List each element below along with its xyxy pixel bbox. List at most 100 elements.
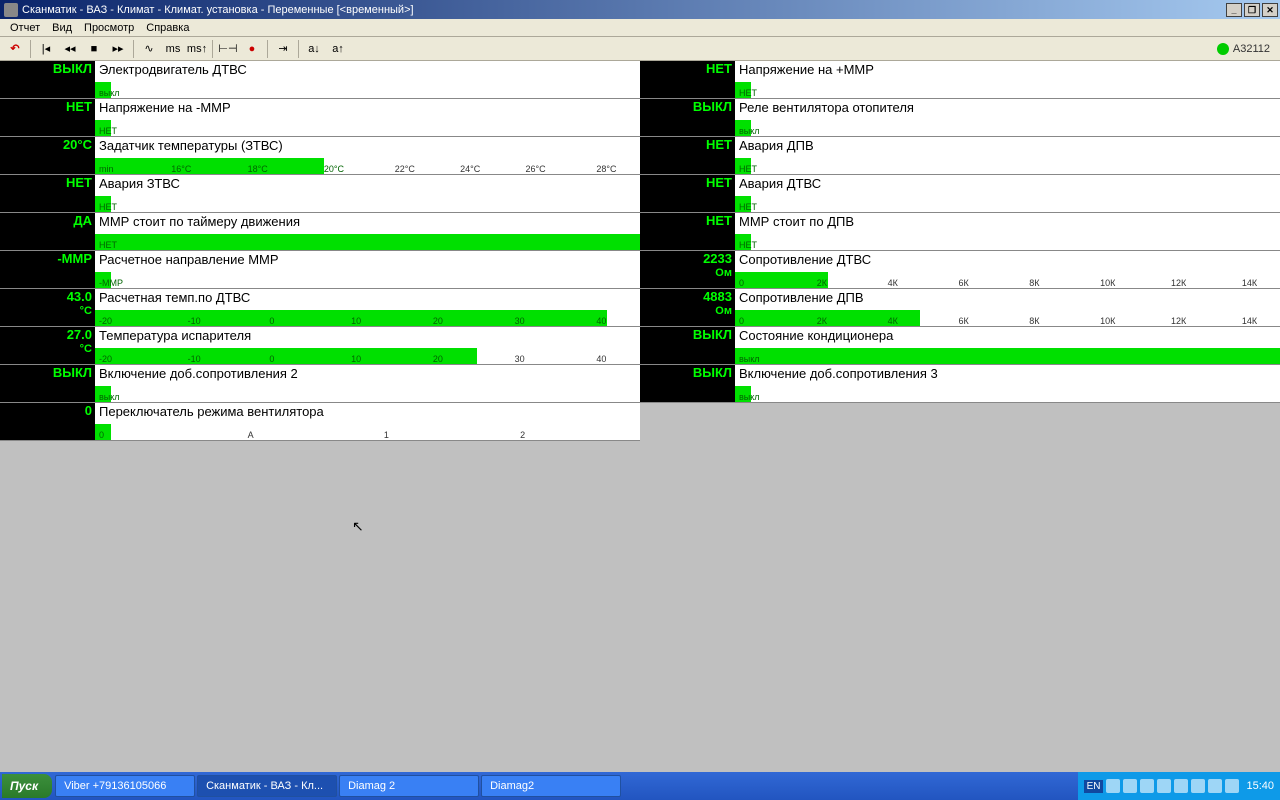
variable-label: Температура испарителя (95, 327, 640, 343)
nav-prev-button[interactable]: ◂◂ (59, 39, 81, 59)
bar-text: НЕТ (99, 240, 117, 250)
variable-body: Включение доб.сопротивления 3выкл (735, 365, 1280, 402)
variable-value: ВЫКЛ (640, 99, 735, 136)
sort-up-button[interactable]: a↑ (327, 39, 349, 59)
scale-tick: 2К (817, 316, 827, 326)
variable-row[interactable]: 27.0°CТемпература испарителя-20-10010203… (0, 327, 640, 365)
variable-value: 27.0°C (0, 327, 95, 364)
nav-stop-button[interactable]: ■ (83, 39, 105, 59)
variable-label: Расчетная темп.по ДТВС (95, 289, 640, 305)
scale-tick: 16°C (171, 164, 191, 174)
variable-row[interactable]: НЕТНапряжение на -ММР НЕТ (0, 99, 640, 137)
variable-label: Включение доб.сопротивления 3 (735, 365, 1280, 381)
variable-row[interactable]: ВЫКЛСостояние кондиционеравыкл (640, 327, 1280, 365)
scale-tick: 10К (1100, 316, 1115, 326)
variable-label: ММР стоит по таймеру движения (95, 213, 640, 229)
title-bar: Сканматик - ВАЗ - Климат - Климат. устан… (0, 0, 1280, 19)
variable-row[interactable]: 2233ОмСопротивление ДТВС02К4К6К8К10К12К1… (640, 251, 1280, 289)
variable-row[interactable]: НЕТАвария ДТВСНЕТ (640, 175, 1280, 213)
taskbar-task[interactable]: Сканматик - ВАЗ - Кл... (197, 775, 337, 797)
tray-icon[interactable] (1140, 779, 1154, 793)
tray-icon[interactable] (1208, 779, 1222, 793)
variable-body: Расчетное направление ММР-ММР (95, 251, 640, 288)
sort-down-button[interactable]: a↓ (303, 39, 325, 59)
variable-row[interactable]: НЕТАвария ЗТВСНЕТ (0, 175, 640, 213)
minimize-button[interactable]: _ (1226, 3, 1242, 17)
variable-value: 0 (0, 403, 95, 440)
ms-up-button[interactable]: ms↑ (186, 39, 208, 59)
variable-unit: Ом (640, 266, 732, 280)
taskbar-clock[interactable]: 15:40 (1242, 780, 1274, 792)
app-icon (4, 3, 18, 17)
bar-text: НЕТ (99, 202, 117, 212)
tray-icon[interactable] (1106, 779, 1120, 793)
wave-button[interactable]: ∿ (138, 39, 160, 59)
variable-body: Напряжение на +ММРНЕТ (735, 61, 1280, 98)
scale-tick: 10К (1100, 278, 1115, 288)
taskbar-task[interactable]: Diamag2 (481, 775, 621, 797)
start-button[interactable]: Пуск (2, 774, 52, 798)
language-indicator[interactable]: EN (1084, 780, 1104, 793)
menu-report[interactable]: Отчет (4, 22, 46, 34)
nav-next-button[interactable]: ▸▸ (107, 39, 129, 59)
taskbar-task[interactable]: Viber +79136105066 (55, 775, 195, 797)
variable-value: 2233Ом (640, 251, 735, 288)
variable-body: Состояние кондиционеравыкл (735, 327, 1280, 364)
variable-row[interactable]: НЕТММР стоит по ДПВНЕТ (640, 213, 1280, 251)
taskbar-task[interactable]: Diamag 2 (339, 775, 479, 797)
scale-tick: 14К (1242, 316, 1257, 326)
variable-label: Напряжение на -ММР (95, 99, 640, 115)
variable-body: Температура испарителя-20-10010203040 (95, 327, 640, 364)
variable-row[interactable]: ВЫКЛВключение доб.сопротивления 3выкл (640, 365, 1280, 403)
connection-dot-icon (1217, 43, 1229, 55)
export-button[interactable]: ⇥ (272, 39, 294, 59)
bar-text: 0 (99, 430, 104, 440)
tray-icon[interactable] (1191, 779, 1205, 793)
variable-row[interactable]: НЕТАвария ДПВНЕТ (640, 137, 1280, 175)
variable-body: Электродвигатель ДТВСвыкл (95, 61, 640, 98)
tray-icon[interactable] (1174, 779, 1188, 793)
variable-body: Сопротивление ДПВ02К4К6К8К10К12К14К (735, 289, 1280, 326)
variable-bar (95, 234, 640, 250)
ms-button[interactable]: ms (162, 39, 184, 59)
variable-row[interactable]: ВЫКЛЭлектродвигатель ДТВСвыкл (0, 61, 640, 99)
nav-first-button[interactable]: |◂ (35, 39, 57, 59)
taskbar-tasks: Viber +79136105066Сканматик - ВАЗ - Кл..… (54, 775, 622, 797)
record-button[interactable]: ● (241, 39, 263, 59)
scale-tick: 24°C (460, 164, 480, 174)
variable-row[interactable]: ВЫКЛРеле вентилятора отопителявыкл (640, 99, 1280, 137)
bar-text: -20 (99, 354, 112, 364)
scale-tick: 30 (515, 316, 525, 326)
variable-label: Задатчик температуры (ЗТВС) (95, 137, 640, 153)
marker-button[interactable]: ⊢⊣ (217, 39, 239, 59)
close-button[interactable]: ✕ (1262, 3, 1278, 17)
bar-text: НЕТ (99, 126, 117, 136)
scale-tick: 0 (269, 354, 274, 364)
tray-icon[interactable] (1225, 779, 1239, 793)
bar-text: выкл (99, 392, 120, 402)
variable-value: ВЫКЛ (0, 365, 95, 402)
variable-row[interactable]: 4883ОмСопротивление ДПВ02К4К6К8К10К12К14… (640, 289, 1280, 327)
scale-tick: 20 (433, 354, 443, 364)
scale-tick: 8К (1029, 316, 1039, 326)
window-buttons: _ ❐ ✕ (1226, 3, 1280, 17)
variable-row[interactable]: НЕТНапряжение на +ММРНЕТ (640, 61, 1280, 99)
tray-icon[interactable] (1123, 779, 1137, 793)
menu-view[interactable]: Вид (46, 22, 78, 34)
scale-tick: 10 (351, 316, 361, 326)
variable-row[interactable]: 20°CЗадатчик температуры (ЗТВС)min16°C18… (0, 137, 640, 175)
variable-bar (95, 158, 324, 174)
maximize-button[interactable]: ❐ (1244, 3, 1260, 17)
menu-help[interactable]: Справка (140, 22, 195, 34)
scale-tick: -10 (188, 316, 201, 326)
variable-row[interactable]: ДАММР стоит по таймеру движенияНЕТ (0, 213, 640, 251)
variable-row[interactable]: 43.0°CРасчетная темп.по ДТВС-20-10010203… (0, 289, 640, 327)
back-button[interactable]: ↶ (4, 39, 26, 59)
variable-row[interactable]: ВЫКЛВключение доб.сопротивления 2выкл (0, 365, 640, 403)
bar-text: min (99, 164, 114, 174)
variable-row[interactable]: 0Переключатель режима вентилятора0А12 (0, 403, 640, 441)
variable-body: Напряжение на -ММР НЕТ (95, 99, 640, 136)
tray-icon[interactable] (1157, 779, 1171, 793)
variable-row[interactable]: -ММРРасчетное направление ММР-ММР (0, 251, 640, 289)
menu-browse[interactable]: Просмотр (78, 22, 140, 34)
